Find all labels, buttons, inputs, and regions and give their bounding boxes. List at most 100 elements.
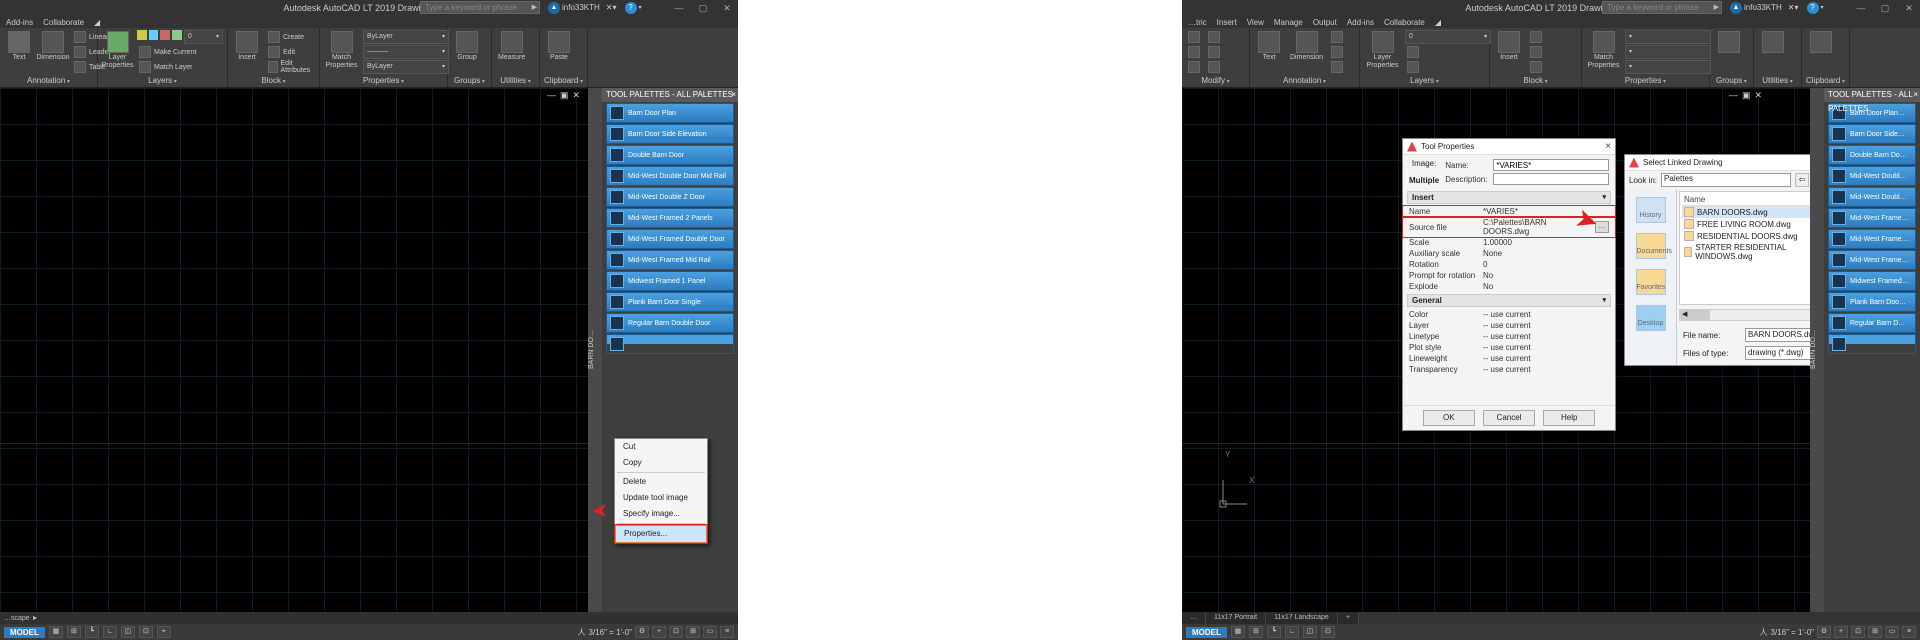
palette-item[interactable]: Double Barn Door [606, 145, 734, 165]
palette-item[interactable]: Barn Door Side… [1828, 124, 1916, 144]
exchange-icon[interactable]: ✕▾ [606, 3, 617, 12]
exchange-icon[interactable]: ✕▾ [1788, 3, 1799, 12]
group-properties[interactable]: Properties [1586, 75, 1705, 87]
group-layers[interactable]: Layers [1364, 75, 1485, 87]
minimize-button[interactable]: — [670, 2, 688, 14]
insert-button[interactable]: Insert [232, 30, 262, 63]
minimize-button[interactable]: — [1852, 2, 1870, 14]
general-section[interactable]: General [1407, 294, 1611, 307]
ctx-properties[interactable]: Properties... [615, 525, 707, 543]
place-history[interactable]: History [1636, 197, 1666, 223]
account-area[interactable]: ▲ info33KTH ✕▾ ?▾ [1730, 1, 1824, 14]
palette-item[interactable]: Midwest Framed… [1828, 271, 1916, 291]
tab-addins[interactable]: Add-ins [6, 18, 33, 27]
search-input[interactable]: Type a keyword or phrase [1602, 1, 1722, 14]
ok-button[interactable]: OK [1423, 410, 1475, 426]
command-line[interactable]: …scape ► [0, 614, 738, 624]
viewport-controls[interactable]: —▣✕ [547, 90, 580, 101]
palette-item[interactable]: Plank Barn Door Single [606, 292, 734, 312]
name-field[interactable] [1493, 159, 1609, 171]
paste-button[interactable]: Paste [544, 30, 574, 63]
layer-select[interactable]: 0 [184, 30, 223, 44]
ctx-copy[interactable]: Copy [615, 455, 707, 471]
file-item[interactable]: RESIDENTIAL DOORS.dwg [1682, 230, 1814, 242]
anno-scale[interactable]: 人 [578, 627, 586, 638]
palette-item[interactable]: Mid-West Double Z Door [606, 187, 734, 207]
tab-express[interactable]: ◢ [94, 18, 100, 27]
linetype-select[interactable]: ByLayer [363, 60, 449, 74]
group-utilities[interactable]: Utilities [496, 75, 535, 87]
ctx-update-image[interactable]: Update tool image [615, 490, 707, 506]
group-clipboard[interactable]: Clipboard [544, 75, 583, 87]
lineweight-select[interactable]: ——— [363, 45, 449, 59]
maximize-button[interactable]: ▢ [694, 2, 712, 14]
palette-close-icon[interactable]: × [731, 88, 736, 102]
group-annotation[interactable]: Annotation [4, 75, 93, 87]
file-item[interactable]: STARTER RESIDENTIAL WINDOWS.dwg [1682, 242, 1814, 262]
edit-attributes-button[interactable]: Edit Attributes [266, 60, 315, 74]
text-button[interactable]: Text [4, 30, 34, 63]
file-item[interactable]: BARN DOORS.dwg [1682, 206, 1814, 218]
match-properties-button[interactable]: Match Properties [324, 30, 359, 71]
browse-button[interactable]: … [1595, 221, 1609, 233]
group-layers[interactable]: Layers [102, 75, 223, 87]
dialog-close-icon[interactable]: × [1605, 141, 1611, 152]
ctx-specify-image[interactable]: Specify image... [615, 506, 707, 522]
palette-item[interactable]: Midwest Framed 1 Panel [606, 271, 734, 291]
column-name[interactable]: Name [1682, 194, 1814, 206]
group-block[interactable]: Block [232, 75, 315, 87]
file-list[interactable]: Name BARN DOORS.dwgFREE LIVING ROOM.dwgR… [1679, 191, 1817, 305]
model-tab[interactable]: MODEL [1186, 627, 1227, 638]
group-button[interactable]: Group [452, 30, 482, 63]
help-button[interactable]: Help [1543, 410, 1595, 426]
palette-item[interactable]: Mid-West Double Door Mid Rail [606, 166, 734, 186]
viewport-controls[interactable]: —▣✕ [1729, 90, 1762, 101]
close-button[interactable]: ✕ [718, 2, 736, 14]
palette-item[interactable]: Double Barn Do… [1828, 145, 1916, 165]
palette-spine[interactable]: BARN DO… [1810, 88, 1824, 612]
group-properties[interactable]: Properties [324, 75, 443, 87]
model-tab[interactable]: MODEL [4, 627, 45, 638]
palette-item[interactable]: Regular Barn D… [1828, 313, 1916, 333]
tab-collaborate[interactable]: Collaborate [43, 18, 84, 27]
place-documents[interactable]: Documents [1636, 233, 1666, 259]
scale-display[interactable]: 3/16" = 1'-0" [589, 628, 632, 637]
palette-item[interactable]: Mid-West Frame… [1828, 229, 1916, 249]
palette-item[interactable] [606, 334, 734, 354]
account-area[interactable]: ▲ info33KTH ✕▾ ?▾ [548, 1, 642, 14]
group-annotation[interactable]: Annotation [1254, 75, 1355, 87]
edit-button[interactable]: Edit [266, 45, 315, 59]
palette-item[interactable]: Mid-West Framed Mid Rail [606, 250, 734, 270]
group-block[interactable]: Block [1494, 75, 1577, 87]
insert-section[interactable]: Insert [1407, 191, 1611, 204]
color-select[interactable]: ByLayer [363, 30, 449, 44]
ctx-delete[interactable]: Delete [615, 474, 707, 490]
place-favorites[interactable]: Favorites [1636, 269, 1666, 295]
create-button[interactable]: Create [266, 30, 315, 44]
ctx-cut[interactable]: Cut [615, 439, 707, 455]
palette-item[interactable]: Mid-West Frame… [1828, 250, 1916, 270]
cancel-button[interactable]: Cancel [1483, 410, 1535, 426]
help-icon[interactable]: ? [625, 2, 637, 14]
close-button[interactable]: ✕ [1900, 2, 1918, 14]
palette-item[interactable] [1828, 334, 1916, 354]
file-item[interactable]: FREE LIVING ROOM.dwg [1682, 218, 1814, 230]
place-desktop[interactable]: Desktop [1636, 305, 1666, 331]
grid-toggle[interactable]: ▦ [49, 626, 63, 638]
palette-item[interactable]: Mid-West Doubl… [1828, 166, 1916, 186]
measure-button[interactable]: Measure [496, 30, 527, 63]
lookin-select[interactable]: Palettes [1661, 173, 1791, 187]
palette-item[interactable]: Plank Barn Doo… [1828, 292, 1916, 312]
palette-close-icon[interactable]: × [1913, 88, 1918, 102]
group-groups[interactable]: Groups [452, 75, 487, 87]
palette-spine[interactable]: BARN DO… [588, 88, 602, 612]
layout-tabs[interactable]: … 11x17 Portrait 11x17 Landscape + [1182, 612, 1359, 624]
help-icon[interactable]: ? [1807, 2, 1819, 14]
layer-properties-button[interactable]: Layer Properties [102, 30, 133, 71]
palette-item[interactable]: Regular Barn Double Door [606, 313, 734, 333]
palette-item[interactable]: Barn Door Plan [606, 103, 734, 123]
make-current-button[interactable]: Make Current [137, 45, 223, 59]
maximize-button[interactable]: ▢ [1876, 2, 1894, 14]
dimension-button[interactable]: Dimension [38, 30, 68, 63]
palette-item[interactable]: Mid-West Framed 2 Panels [606, 208, 734, 228]
